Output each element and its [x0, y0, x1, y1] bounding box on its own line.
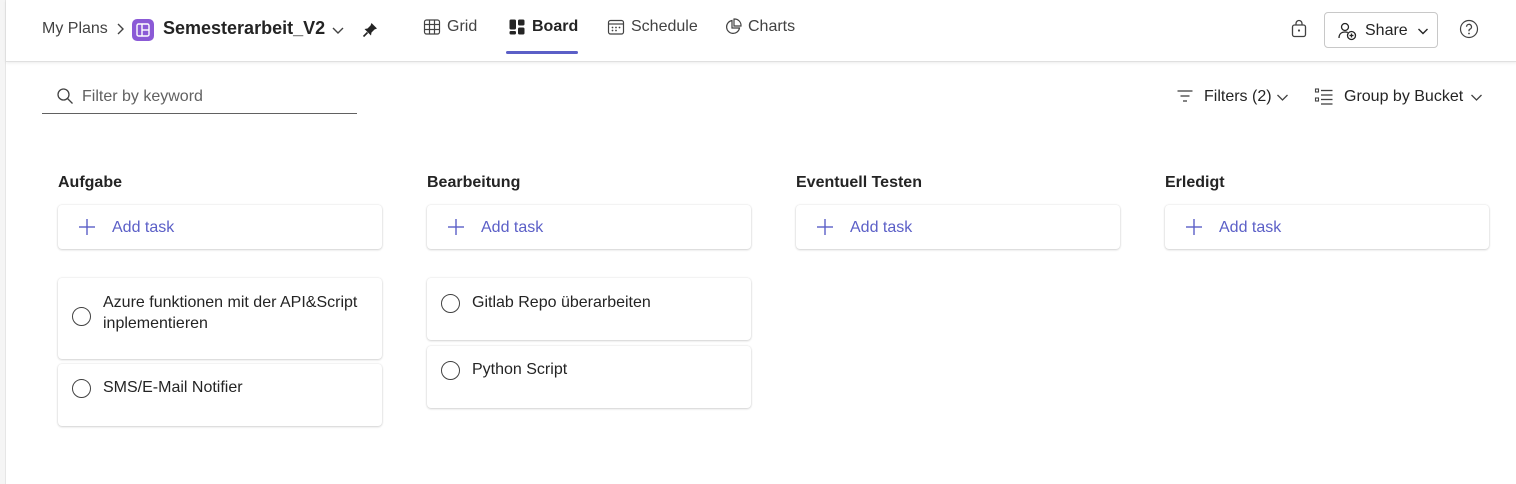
add-task-button[interactable]: Add task [1165, 205, 1489, 249]
task-title: Python Script [472, 361, 568, 378]
tab-grid-label: Grid [447, 18, 478, 35]
filter-keyword-input[interactable] [82, 86, 352, 108]
tab-schedule-label: Schedule [631, 18, 698, 35]
bucket-title[interactable]: Aufgabe [58, 174, 122, 192]
group-by-button-label: Group by Bucket [1344, 88, 1464, 105]
task-card[interactable]: Gitlab Repo überarbeiten [427, 278, 751, 340]
plus-icon [79, 219, 95, 235]
tab-board-label: Board [532, 18, 579, 35]
chevron-down-icon [1471, 94, 1482, 101]
chevron-down-icon [1277, 94, 1288, 101]
chevron-right-icon [117, 23, 124, 35]
complete-task-checkbox[interactable] [72, 307, 91, 326]
task-card[interactable]: Python Script [427, 346, 751, 408]
planner-window: My Plans Semesterarbeit_V2 Grid Board Sc… [5, 0, 1516, 484]
chevron-down-icon [1418, 28, 1428, 35]
add-task-button[interactable]: Add task [58, 205, 382, 249]
add-task-label: Add task [1219, 219, 1282, 236]
plus-icon [1186, 219, 1202, 235]
task-card[interactable]: SMS/E-Mail Notifier [58, 364, 382, 426]
complete-task-checkbox[interactable] [441, 294, 460, 313]
complete-task-checkbox[interactable] [72, 379, 91, 398]
pin-icon[interactable] [361, 21, 379, 39]
bucket-title[interactable]: Erledigt [1165, 174, 1225, 192]
chevron-down-icon[interactable] [331, 23, 345, 37]
top-header: My Plans Semesterarbeit_V2 Grid Board Sc… [6, 0, 1516, 62]
breadcrumb-my-plans[interactable]: My Plans [42, 20, 108, 38]
task-title: SMS/E-Mail Notifier [103, 379, 243, 396]
task-title: Gitlab Repo überarbeiten [472, 294, 651, 311]
complete-task-checkbox[interactable] [441, 361, 460, 380]
search-icon [57, 88, 73, 104]
add-task-button[interactable]: Add task [796, 205, 1120, 249]
grid-icon [423, 19, 441, 35]
person-add-icon [1338, 22, 1357, 41]
active-tab-indicator [506, 51, 578, 54]
chart-icon [726, 18, 742, 34]
add-task-label: Add task [112, 219, 175, 236]
add-task-label: Add task [850, 219, 913, 236]
plan-icon [132, 19, 154, 41]
group-list-icon [1314, 88, 1333, 105]
bucket-title[interactable]: Bearbeitung [427, 174, 520, 192]
task-card[interactable]: Azure funktionen mit der API&Script inpl… [58, 278, 382, 359]
share-button[interactable]: Share [1324, 12, 1438, 48]
filter-icon [1177, 90, 1193, 102]
plan-title[interactable]: Semesterarbeit_V2 [163, 18, 325, 39]
shopping-bag-icon[interactable] [1289, 19, 1309, 39]
add-task-button[interactable]: Add task [427, 205, 751, 249]
share-button-label: Share [1365, 22, 1408, 39]
help-icon[interactable] [1459, 19, 1479, 39]
plus-icon [448, 219, 464, 235]
board-icon [509, 19, 525, 35]
task-title: Azure funktionen mit der API&Script inpl… [103, 294, 358, 332]
tab-charts-label: Charts [748, 18, 796, 35]
filters-button-label: Filters (2) [1204, 88, 1272, 105]
filter-keyword-field[interactable] [42, 80, 357, 114]
bucket-title[interactable]: Eventuell Testen [796, 174, 922, 192]
calendar-icon [607, 19, 625, 35]
plus-icon [817, 219, 833, 235]
add-task-label: Add task [481, 219, 544, 236]
